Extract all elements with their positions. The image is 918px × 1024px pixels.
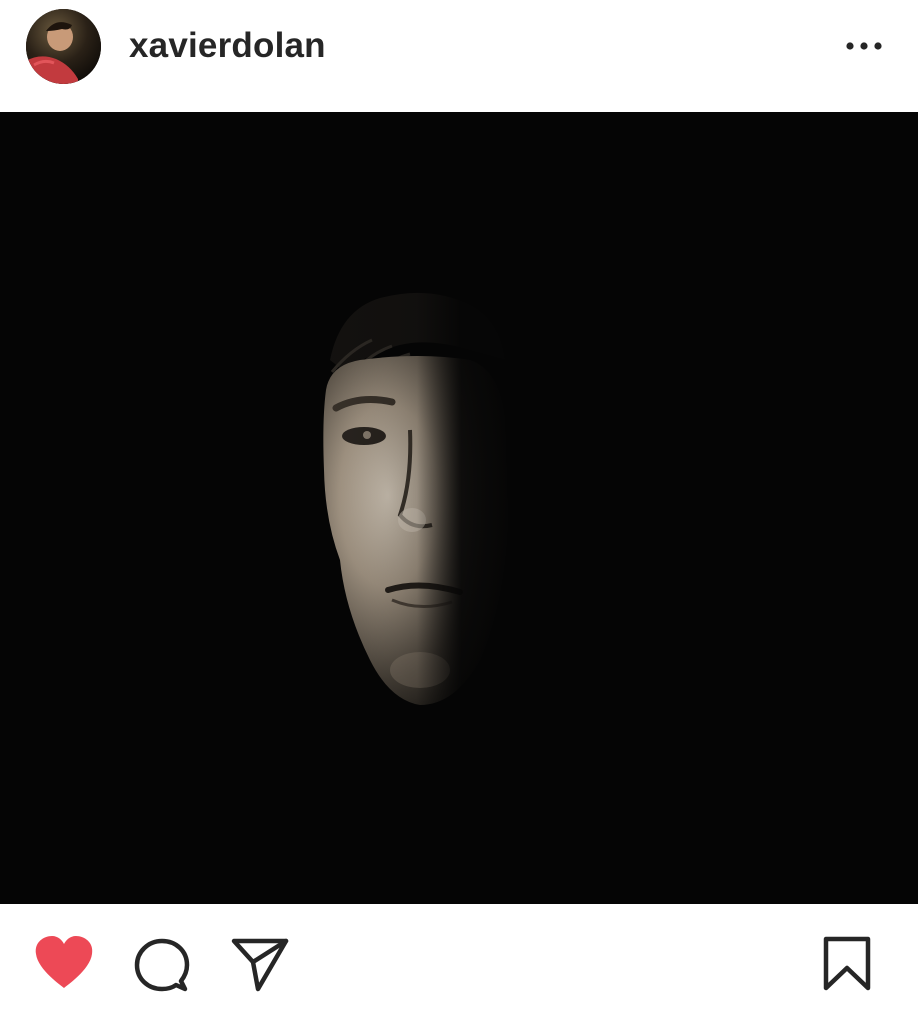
comment-button[interactable] (134, 938, 190, 994)
more-horizontal-icon (846, 42, 882, 50)
heart-icon (35, 936, 93, 988)
more-options-button[interactable] (844, 31, 884, 61)
user-avatar[interactable] (26, 8, 101, 84)
comment-icon (134, 938, 190, 992)
bookmark-icon (823, 936, 871, 991)
username-link[interactable]: xavierdolan (129, 26, 326, 66)
post-photo[interactable] (0, 112, 918, 904)
avatar-image (26, 8, 101, 84)
post-actions-bar (0, 904, 918, 1024)
share-button[interactable] (231, 938, 289, 992)
paper-plane-icon (231, 938, 289, 992)
like-button[interactable] (34, 936, 94, 990)
instagram-post: xavierdolan (0, 0, 918, 1024)
save-button[interactable] (822, 936, 872, 992)
portrait-photo (0, 112, 918, 904)
post-header: xavierdolan (0, 0, 918, 112)
